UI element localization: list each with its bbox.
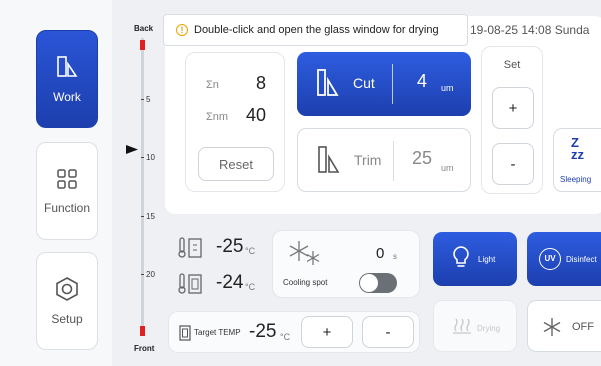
cut-blade-icon xyxy=(317,69,339,96)
snowflake-icon xyxy=(289,241,320,265)
position-ruler: Back 5 10 15 20 Front xyxy=(112,0,168,366)
target-temp-minus-button[interactable]: - xyxy=(362,316,414,348)
specimen-holder-icon xyxy=(179,325,191,341)
datetime-display: 19-08-25 14:08 Sunda xyxy=(470,23,590,37)
target-temp-value: -25 xyxy=(249,321,277,342)
freeze-off-button[interactable]: OFF xyxy=(527,300,601,352)
microtome-icon xyxy=(57,56,78,77)
disinfect-label: Disinfect xyxy=(566,255,597,264)
toggle-knob xyxy=(360,274,378,292)
sleeping-label: Sleeping xyxy=(560,175,592,184)
ruler-back-label: Back xyxy=(134,24,154,33)
cut-mode-button[interactable]: Cut 4 um xyxy=(297,52,471,116)
ruler-track[interactable] xyxy=(141,38,144,336)
nav-work-label: Work xyxy=(53,90,81,104)
ruler-front-label: Front xyxy=(134,344,155,353)
light-button[interactable]: Light xyxy=(433,232,517,286)
thickness-plus-button[interactable]: + xyxy=(492,87,534,129)
set-label: Set xyxy=(503,59,521,71)
target-temp-label: Target TEMP xyxy=(194,328,241,337)
sigma-n-label: Σn xyxy=(206,79,219,91)
uv-disinfect-button[interactable]: UV Disinfect xyxy=(527,232,601,286)
position-pointer-icon[interactable] xyxy=(126,145,138,154)
warning-icon: ! xyxy=(176,24,188,36)
cut-thickness-value: 4 xyxy=(417,71,428,91)
reset-button[interactable]: Reset xyxy=(198,147,274,181)
cooling-spot-label: Cooling spot xyxy=(283,278,328,287)
grid-icon xyxy=(57,169,77,189)
nav-work-button[interactable]: Work xyxy=(36,30,98,128)
hexagon-nut-icon xyxy=(56,277,78,301)
freeze-off-label: OFF xyxy=(572,321,594,333)
uv-icon: UV xyxy=(539,248,561,270)
ruler-bottom-marker xyxy=(140,326,145,336)
chamber-temp-unit: °C xyxy=(245,246,256,256)
left-navigation: Work Function Setup xyxy=(0,0,112,366)
nav-setup-button[interactable]: Setup xyxy=(36,252,98,350)
cooling-spot-value: 0 xyxy=(376,245,385,262)
lightbulb-icon xyxy=(453,246,469,267)
sigma-nm-label: Σnm xyxy=(206,111,229,123)
thickness-minus-button[interactable]: - xyxy=(492,143,534,185)
tooltip-text: Double-click and open the glass window f… xyxy=(194,24,439,36)
cooling-spot-unit: s xyxy=(393,252,397,261)
trim-thickness-value: 25 xyxy=(412,148,433,168)
trim-blade-icon xyxy=(318,146,340,173)
cooling-spot-toggle[interactable] xyxy=(359,273,397,293)
ruler-top-marker xyxy=(140,40,145,50)
drying-button[interactable]: Drying xyxy=(433,300,517,352)
drying-label: Drying xyxy=(477,324,501,333)
target-temp-plus-button[interactable]: + xyxy=(301,316,353,348)
sigma-n-value: 8 xyxy=(256,73,267,93)
drying-tooltip: ! Double-click and open the glass window… xyxy=(163,14,468,46)
heat-waves-icon xyxy=(453,318,471,334)
snowflake-icon xyxy=(543,318,561,336)
trim-unit: um xyxy=(441,163,454,173)
target-temp-card: Target TEMP -25 °C + - xyxy=(168,311,420,353)
thermometer-specimen-icon xyxy=(178,273,202,294)
nav-function-button[interactable]: Function xyxy=(36,142,98,240)
ruler-tick-label: 20 xyxy=(146,270,155,279)
cooling-spot-card: Cooling spot 0 s xyxy=(272,230,420,298)
sigma-nm-value: 40 xyxy=(246,105,267,125)
thermometer-chamber-icon xyxy=(178,237,202,258)
ruler-tick-label: 5 xyxy=(146,95,151,104)
specimen-temp-value: -24 xyxy=(216,272,244,293)
sleeping-button[interactable]: Zzz Sleeping xyxy=(553,128,601,192)
trim-mode-button[interactable]: Trim 25 um xyxy=(297,128,471,192)
specimen-temp-unit: °C xyxy=(245,282,256,292)
chamber-temp-value: -25 xyxy=(216,236,244,257)
set-thickness-card: Set + - xyxy=(481,46,543,194)
light-label: Light xyxy=(478,255,496,264)
section-counter-card: Σn 8 Σnm 40 Reset xyxy=(185,52,285,192)
cut-label: Cut xyxy=(353,75,375,91)
nav-setup-label: Setup xyxy=(51,312,83,326)
target-temp-unit: °C xyxy=(280,332,291,342)
nav-function-label: Function xyxy=(43,201,91,215)
ruler-tick-label: 15 xyxy=(146,212,155,221)
ruler-tick-label: 10 xyxy=(146,153,155,162)
cut-unit: um xyxy=(441,83,454,93)
sleep-zz-icon: Zzz xyxy=(571,135,584,162)
trim-label: Trim xyxy=(354,152,382,168)
